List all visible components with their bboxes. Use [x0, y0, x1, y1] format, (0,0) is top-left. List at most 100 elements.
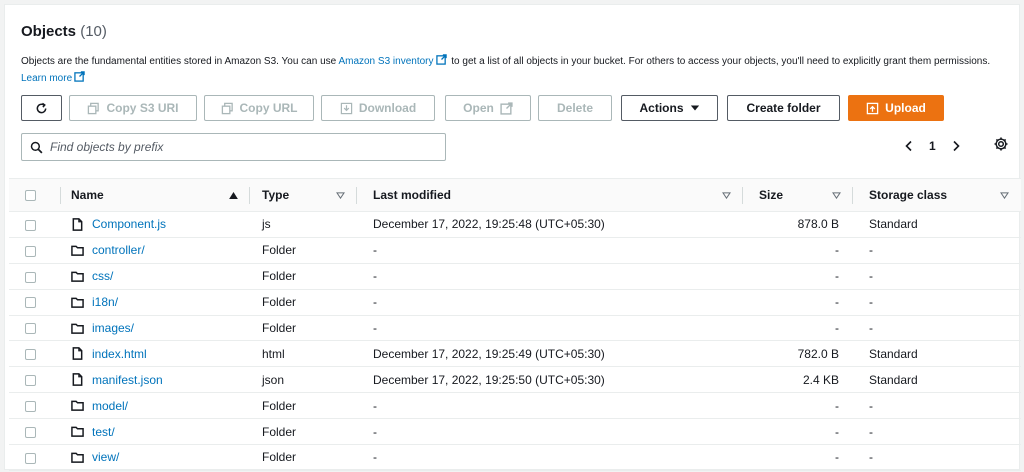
objects-table: Name Type Last modified Size Storage cla… — [9, 178, 1021, 471]
column-type[interactable]: Type — [250, 178, 357, 212]
download-button[interactable]: Download — [321, 95, 435, 121]
object-name-link[interactable]: index.html — [92, 347, 147, 361]
object-last-modified: December 17, 2022, 19:25:50 (UTC+05:30) — [357, 366, 743, 394]
object-type: Folder — [250, 315, 357, 342]
copy-icon — [88, 102, 100, 114]
object-size: - — [743, 315, 853, 342]
download-icon — [340, 102, 353, 114]
search-box — [21, 133, 446, 161]
table-row[interactable]: model/ Folder - - - — [9, 392, 1021, 420]
object-name-link[interactable]: model/ — [92, 399, 128, 413]
table-row[interactable]: css/ Folder - - - — [9, 263, 1021, 290]
object-name-link[interactable]: i18n/ — [92, 295, 118, 309]
table-row[interactable]: test/ Folder - - - — [9, 418, 1021, 446]
object-name-link[interactable]: images/ — [92, 321, 134, 335]
upload-label: Upload — [885, 101, 926, 115]
table-header-row: Name Type Last modified Size Storage cla… — [9, 178, 1021, 212]
row-checkbox[interactable] — [25, 219, 36, 231]
column-size[interactable]: Size — [743, 178, 853, 212]
row-checkbox[interactable] — [25, 375, 36, 387]
object-size: 782.0 B — [743, 340, 853, 368]
object-last-modified: December 17, 2022, 19:25:49 (UTC+05:30) — [357, 340, 743, 368]
copy-url-button[interactable]: Copy URL — [204, 95, 314, 121]
row-checkbox[interactable] — [25, 323, 36, 335]
object-name-link[interactable]: manifest.json — [92, 373, 163, 387]
description-text-1: Objects are the fundamental entities sto… — [21, 56, 339, 67]
file-icon — [72, 347, 83, 361]
sort-icon — [832, 191, 841, 199]
chevron-left-icon[interactable] — [903, 140, 915, 152]
column-last-modified[interactable]: Last modified — [357, 178, 743, 212]
table-row[interactable]: images/ Folder - - - — [9, 315, 1021, 342]
table-row[interactable]: controller/ Folder - - - — [9, 237, 1021, 264]
file-icon — [72, 218, 83, 231]
table-row[interactable]: i18n/ Folder - - - — [9, 289, 1021, 316]
file-icon — [72, 373, 83, 387]
object-size: - — [743, 418, 853, 446]
caret-down-icon — [690, 105, 699, 111]
create-folder-button[interactable]: Create folder — [727, 95, 840, 121]
table-row[interactable]: index.html html December 17, 2022, 19:25… — [9, 340, 1021, 368]
refresh-button[interactable] — [21, 95, 62, 121]
object-name-link[interactable]: test/ — [92, 425, 115, 439]
object-type: Folder — [250, 237, 357, 264]
object-name-link[interactable]: controller/ — [92, 243, 145, 257]
object-last-modified: - — [357, 263, 743, 290]
page-number[interactable]: 1 — [929, 139, 936, 153]
object-size: 2.4 KB — [743, 366, 853, 394]
object-type: Folder — [250, 289, 357, 316]
object-type: html — [250, 340, 357, 368]
actions-label: Actions — [639, 101, 684, 115]
table-row[interactable]: manifest.json json December 17, 2022, 19… — [9, 366, 1021, 394]
copy-icon — [221, 102, 233, 114]
delete-label: Delete — [556, 101, 594, 115]
upload-icon — [866, 102, 879, 114]
folder-icon — [71, 297, 84, 308]
refresh-icon — [36, 102, 47, 113]
column-name[interactable]: Name — [61, 178, 250, 212]
inventory-link[interactable]: Amazon S3 inventory — [338, 56, 433, 67]
object-storage-class: - — [853, 418, 1021, 446]
object-name-link[interactable]: css/ — [92, 269, 113, 283]
page-title: Objects (10) — [21, 23, 107, 40]
copy-url-label: Copy URL — [239, 101, 298, 115]
external-link-icon — [74, 71, 85, 82]
column-last-modified-label: Last modified — [373, 188, 452, 202]
row-checkbox[interactable] — [25, 245, 36, 257]
object-type: js — [250, 211, 357, 238]
object-type: Folder — [250, 418, 357, 446]
copy-s3-uri-button[interactable]: Copy S3 URI — [69, 95, 197, 121]
actions-dropdown[interactable]: Actions — [621, 95, 718, 121]
object-last-modified: December 17, 2022, 19:25:48 (UTC+05:30) — [357, 211, 743, 238]
search-input[interactable] — [50, 140, 430, 154]
row-checkbox[interactable] — [25, 349, 36, 361]
open-button[interactable]: Open — [445, 95, 531, 121]
learn-more-link[interactable]: Learn more — [21, 73, 72, 84]
chevron-right-icon[interactable] — [950, 140, 962, 152]
create-folder-label: Create folder — [746, 101, 821, 115]
external-link-icon — [500, 101, 513, 115]
column-name-label: Name — [71, 188, 104, 202]
object-name-link[interactable]: view/ — [92, 450, 119, 464]
row-checkbox[interactable] — [25, 297, 36, 309]
object-name-link[interactable]: Component.js — [92, 217, 166, 231]
table-row[interactable]: Component.js js December 17, 2022, 19:25… — [9, 211, 1021, 238]
row-checkbox[interactable] — [25, 426, 36, 438]
object-size: - — [743, 263, 853, 290]
gear-icon[interactable] — [993, 136, 1009, 152]
row-checkbox[interactable] — [25, 452, 36, 464]
object-count: (10) — [80, 23, 107, 40]
upload-button[interactable]: Upload — [848, 95, 944, 121]
object-last-modified: - — [357, 392, 743, 420]
delete-button[interactable]: Delete — [538, 95, 612, 121]
object-storage-class: - — [853, 263, 1021, 290]
sort-ascending-icon — [229, 191, 238, 199]
folder-icon — [71, 271, 84, 282]
row-checkbox[interactable] — [25, 401, 36, 412]
row-checkbox[interactable] — [25, 271, 36, 283]
select-all-checkbox[interactable] — [25, 190, 36, 202]
column-type-label: Type — [262, 188, 290, 202]
column-storage-class[interactable]: Storage class — [853, 178, 1021, 212]
table-row[interactable]: view/ Folder - - - — [9, 444, 1021, 471]
folder-icon — [71, 323, 84, 334]
